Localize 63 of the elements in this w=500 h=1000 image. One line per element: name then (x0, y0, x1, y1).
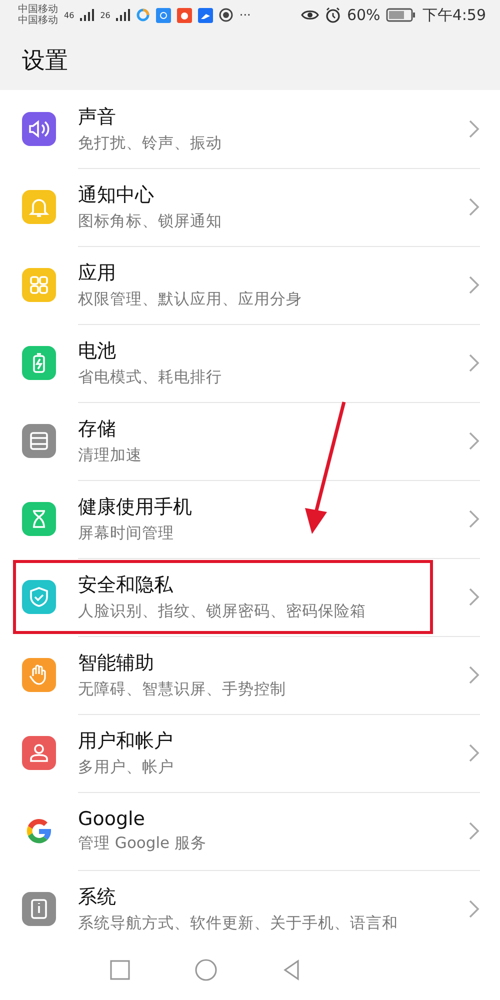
signal-icon (116, 9, 130, 21)
item-subtitle: 清理加速 (78, 444, 143, 466)
camera-icon (219, 8, 234, 22)
settings-item[interactable]: 声音 免打扰、铃声、振动 (0, 90, 500, 168)
chevron-icon (468, 352, 480, 372)
item-title: 声音 (78, 104, 117, 130)
item-title: Google (78, 808, 146, 830)
settings-item[interactable]: Google 管理 Google 服务 (0, 792, 500, 870)
chevron-icon (468, 274, 480, 294)
signal-icon (80, 9, 94, 21)
settings-item[interactable]: 存储 清理加速 (0, 402, 500, 480)
item-subtitle: 系统导航方式、软件更新、关于手机、语言和 (78, 913, 399, 934)
carrier-name: 中国移动 (18, 15, 58, 26)
more-indicator: ··· (239, 8, 251, 22)
chevron-icon (468, 508, 480, 528)
chevron-icon (468, 196, 480, 216)
item-subtitle: 屏幕时间管理 (78, 522, 175, 544)
network-type: 26 (100, 10, 110, 20)
settings-item[interactable]: 应用 权限管理、默认应用、应用分身 (0, 246, 500, 324)
chevron-icon (468, 664, 480, 684)
bird-icon (198, 8, 214, 22)
item-title: 智能辅助 (78, 650, 155, 676)
alarm-icon (324, 7, 341, 23)
item-title: 存储 (78, 416, 117, 442)
recents-button[interactable] (108, 958, 132, 982)
item-title: 电池 (78, 338, 117, 364)
item-title: 健康使用手机 (78, 494, 193, 520)
chevron-icon (468, 742, 480, 762)
item-subtitle: 人脸识别、指纹、锁屏密码、密码保险箱 (78, 600, 367, 622)
item-subtitle: 权限管理、默认应用、应用分身 (78, 288, 303, 310)
chevron-icon (468, 586, 480, 606)
chevron-icon (468, 118, 480, 138)
battery-percent: 60% (346, 6, 380, 24)
battery-icon (386, 8, 416, 22)
page-title: 设置 (22, 46, 68, 76)
item-title: 系统 (78, 885, 117, 910)
circle-app-icon (136, 8, 150, 22)
settings-item[interactable]: 电池 省电模式、耗电排行 (0, 324, 500, 402)
item-subtitle: 无障碍、智慧识屏、手势控制 (78, 678, 287, 700)
carrier-name: 中国移动 (18, 4, 58, 15)
chevron-icon (468, 899, 480, 919)
item-title: 用户和帐户 (78, 728, 174, 754)
item-title: 应用 (78, 260, 117, 286)
item-title: 安全和隐私 (78, 572, 174, 598)
app-icon (177, 8, 192, 22)
chevron-icon (468, 430, 480, 450)
app-icon (156, 8, 172, 22)
clock-time: 下午4:59 (422, 6, 486, 24)
item-subtitle: 图标角标、锁屏通知 (78, 210, 223, 232)
settings-item[interactable]: 安全和隐私 人脸识别、指纹、锁屏密码、密码保险箱 (0, 558, 500, 636)
item-subtitle: 省电模式、耗电排行 (78, 366, 223, 388)
item-subtitle: 管理 Google 服务 (78, 832, 208, 854)
settings-item[interactable]: 系统 系统导航方式、软件更新、关于手机、语言和 (0, 870, 500, 940)
eye-icon (300, 8, 319, 22)
settings-item[interactable]: 通知中心 图标角标、锁屏通知 (0, 168, 500, 246)
network-type: 46 (64, 10, 74, 20)
item-subtitle: 免打扰、铃声、振动 (78, 132, 223, 154)
settings-item[interactable]: 智能辅助 无障碍、智慧识屏、手势控制 (0, 636, 500, 714)
item-subtitle: 多用户、帐户 (78, 756, 175, 778)
settings-item[interactable]: 用户和帐户 多用户、帐户 (0, 714, 500, 792)
chevron-icon (468, 820, 480, 840)
item-title: 通知中心 (78, 182, 155, 208)
home-button[interactable] (194, 958, 218, 982)
